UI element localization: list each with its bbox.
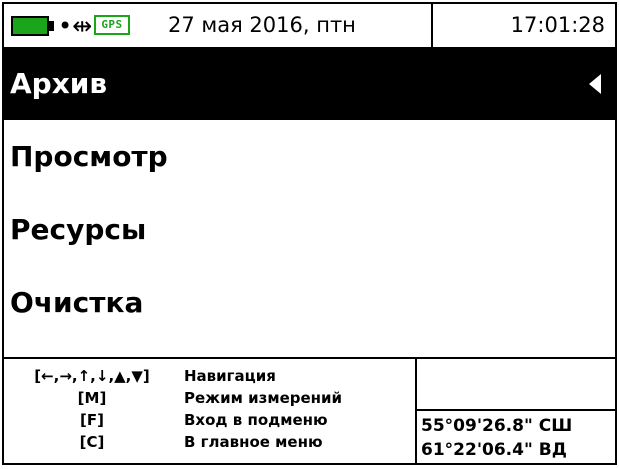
coordinates-divider	[417, 409, 615, 411]
menu-item-archive[interactable]: Архив	[4, 47, 615, 120]
help-desc: Режим измерений	[184, 389, 343, 407]
help-desc: Вход в подменю	[184, 411, 328, 429]
help-key: [C]	[79, 433, 105, 451]
menu-item-clear[interactable]: Очистка	[4, 266, 615, 339]
help-row: [C] В главное меню	[4, 431, 414, 453]
help-desc: В главное меню	[184, 433, 323, 451]
status-divider	[431, 4, 433, 47]
menu-item-label: Архив	[10, 67, 108, 100]
help-row: [←,→,↑,↓,▲,▼] Навигация	[4, 365, 414, 387]
help-key: [←,→,↑,↓,▲,▼]	[34, 367, 150, 385]
device-screen: •⇹ GPS 27 мая 2016, птн 17:01:28 Архив П…	[2, 2, 617, 465]
gps-badge: GPS	[94, 15, 130, 35]
battery-icon	[11, 16, 49, 36]
menu-item-view[interactable]: Просмотр	[4, 120, 615, 193]
help-desc: Навигация	[184, 367, 276, 385]
help-row: [F] Вход в подменю	[4, 409, 414, 431]
usb-icon: •⇹	[58, 12, 93, 40]
menu-item-label: Очистка	[10, 286, 144, 319]
battery-tip	[49, 21, 54, 31]
latitude-value: 55°09'26.8" СШ	[421, 416, 573, 436]
menu-item-label: Ресурсы	[10, 213, 147, 246]
help-key: [M]	[77, 389, 107, 407]
coordinates-panel: 55°09'26.8" СШ 61°22'06.4" ВД	[417, 359, 615, 463]
help-row: [M] Режим измерений	[4, 387, 414, 409]
help-key: [F]	[80, 411, 104, 429]
menu-item-label: Просмотр	[10, 140, 168, 173]
triangle-left-icon	[589, 74, 601, 94]
key-help: [←,→,↑,↓,▲,▼] Навигация [M] Режим измере…	[4, 359, 414, 463]
status-time: 17:01:28	[510, 13, 605, 37]
help-panel: [←,→,↑,↓,▲,▼] Навигация [M] Режим измере…	[4, 357, 615, 463]
menu-item-resources[interactable]: Ресурсы	[4, 193, 615, 266]
status-bar: •⇹ GPS 27 мая 2016, птн 17:01:28	[4, 4, 615, 49]
longitude-value: 61°22'06.4" ВД	[421, 440, 567, 460]
status-date: 27 мая 2016, птн	[168, 13, 356, 37]
archive-menu: Архив Просмотр Ресурсы Очистка	[4, 47, 615, 339]
